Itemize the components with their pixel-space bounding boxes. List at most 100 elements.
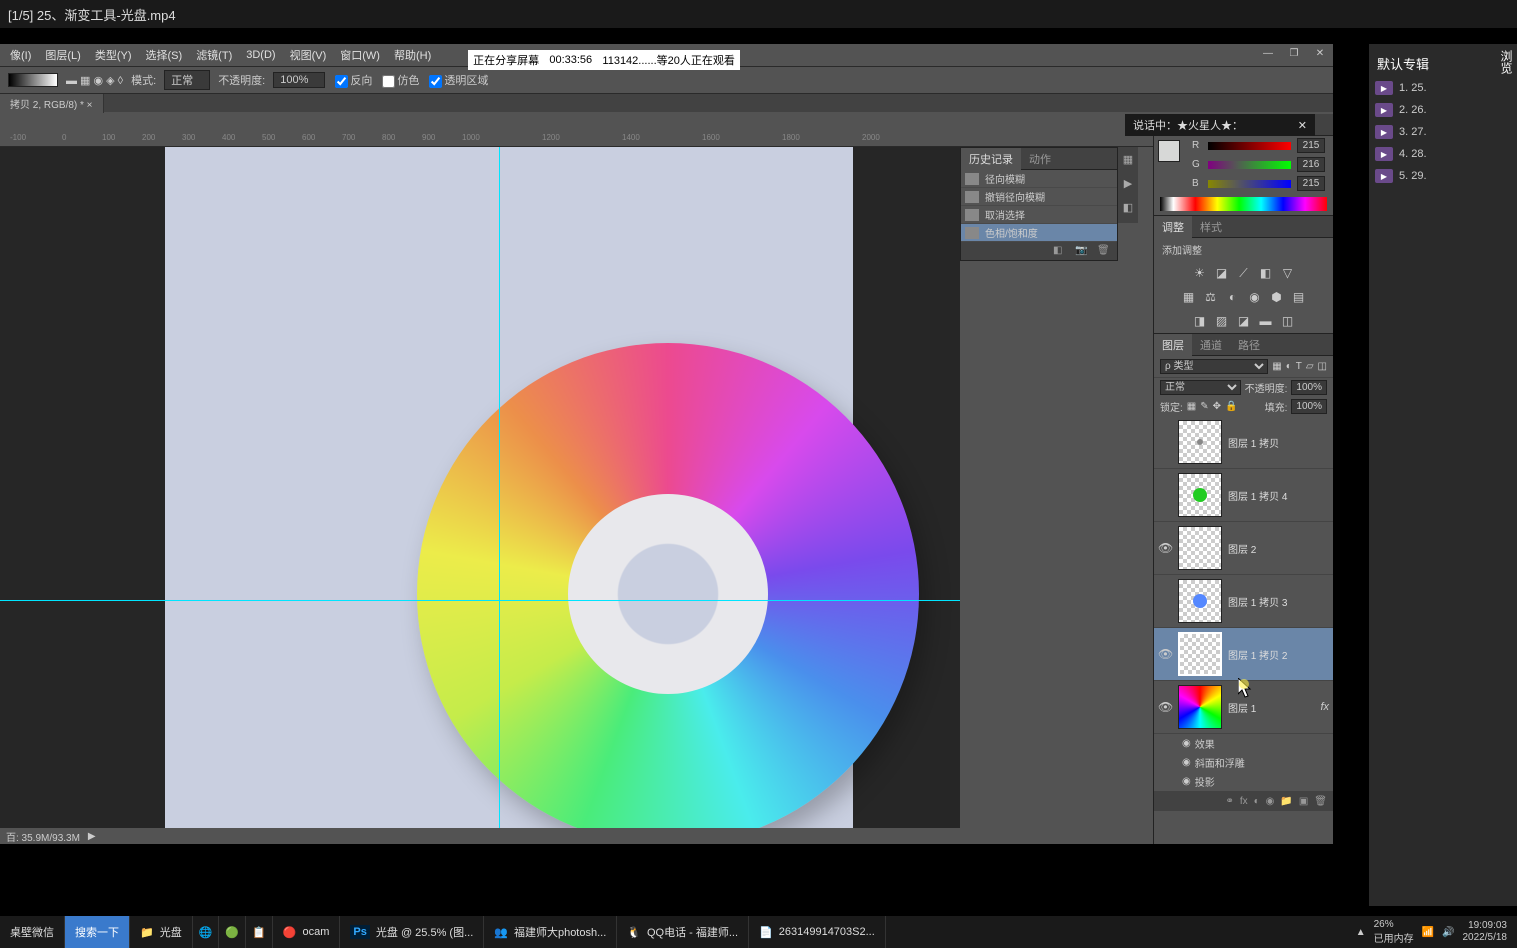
adj-selective-icon[interactable]: ◫ <box>1279 313 1297 329</box>
tab-layers[interactable]: 图层 <box>1154 334 1192 356</box>
taskbar-search[interactable]: 搜索一下 <box>65 916 130 948</box>
adj-levels-icon[interactable]: ◪ <box>1213 265 1231 281</box>
adj-balance-icon[interactable]: ⚖ <box>1202 289 1220 305</box>
lock-all-icon[interactable]: 🔒 <box>1225 401 1237 412</box>
history-item[interactable]: 色相/饱和度 <box>961 224 1117 242</box>
tab-paths[interactable]: 路径 <box>1230 334 1268 356</box>
b-value[interactable]: 215 <box>1297 176 1325 191</box>
history-snapshot-icon[interactable]: ◧ <box>1053 245 1067 257</box>
tab-actions[interactable]: 动作 <box>1021 148 1059 170</box>
speaking-close-icon[interactable]: ✕ <box>1298 119 1307 132</box>
transparency-checkbox[interactable]: 透明区域 <box>427 72 488 88</box>
menu-view[interactable]: 视图(V) <box>284 45 333 65</box>
taskbar-doc[interactable]: 📄263149914703S2... <box>749 916 886 948</box>
g-slider[interactable] <box>1208 161 1291 169</box>
panel-icon[interactable]: ▦ <box>1120 153 1136 169</box>
mode-select[interactable]: 正常 <box>164 70 210 90</box>
layer-thumbnail[interactable] <box>1178 632 1222 676</box>
gradient-type-icons[interactable]: ▬ ▦ ◉ ◈ ◊ <box>66 74 123 87</box>
taskbar-ocam[interactable]: 🔴ocam <box>273 916 341 948</box>
visibility-toggle[interactable]: 👁 <box>1158 700 1172 714</box>
filter-smart-icon[interactable]: ◫ <box>1318 361 1327 372</box>
layer-kind-filter[interactable]: ρ 类型 <box>1160 359 1268 374</box>
volume-icon[interactable]: 🔊 <box>1442 927 1454 938</box>
foreground-swatch[interactable] <box>1158 140 1180 162</box>
menu-filter[interactable]: 滤镜(T) <box>190 45 238 65</box>
r-value[interactable]: 215 <box>1297 138 1325 153</box>
layer-row[interactable]: 👁图层 1fx <box>1154 681 1333 734</box>
layer-row[interactable]: 图层 1 拷贝 <box>1154 416 1333 469</box>
menu-layer[interactable]: 图层(L) <box>39 45 86 65</box>
adj-vibrance-icon[interactable]: ▽ <box>1279 265 1297 281</box>
visibility-toggle[interactable]: 👁 <box>1158 647 1172 661</box>
filter-adjust-icon[interactable]: ◐ <box>1286 361 1292 372</box>
layer-thumbnail[interactable] <box>1178 420 1222 464</box>
layer-row[interactable]: 👁图层 2 <box>1154 522 1333 575</box>
tab-adjustments[interactable]: 调整 <box>1154 216 1192 238</box>
filter-type-icon[interactable]: T <box>1296 361 1302 372</box>
adj-lookup-icon[interactable]: ▤ <box>1290 289 1308 305</box>
maximize-button[interactable]: ❐ <box>1281 44 1307 62</box>
taskbar-folder[interactable]: 📁光盘 <box>130 916 193 948</box>
history-trash-icon[interactable]: 🗑 <box>1097 245 1111 257</box>
taskbar-app2[interactable]: 📋 <box>246 916 273 948</box>
taskbar-wechat[interactable]: 桌壁微信 <box>0 916 65 948</box>
close-button[interactable]: ✕ <box>1307 44 1333 62</box>
history-item[interactable]: 取消选择 <box>961 206 1117 224</box>
layer-thumbnail[interactable] <box>1178 526 1222 570</box>
taskbar-photoshop[interactable]: Ps光盘 @ 25.5% (图... <box>340 916 484 948</box>
adj-invert-icon[interactable]: ◨ <box>1191 313 1209 329</box>
trash-icon[interactable]: 🗑 <box>1314 796 1327 807</box>
menu-type[interactable]: 类型(Y) <box>89 45 138 65</box>
new-layer-icon[interactable]: ▣ <box>1299 796 1308 807</box>
taskbar-app1[interactable]: 🟢 <box>219 916 246 948</box>
adj-threshold-icon[interactable]: ◪ <box>1235 313 1253 329</box>
mask-icon[interactable]: ◐ <box>1254 796 1260 807</box>
lock-move-icon[interactable]: ✥ <box>1213 401 1221 412</box>
menu-image[interactable]: 像(I) <box>4 45 37 65</box>
tab-history[interactable]: 历史记录 <box>961 148 1021 170</box>
adj-exposure-icon[interactable]: ◧ <box>1257 265 1275 281</box>
browse-toggle[interactable]: 浏览 <box>1498 50 1515 74</box>
history-item[interactable]: 撤销径向模糊 <box>961 188 1117 206</box>
playlist-item[interactable]: ▶5. 29. <box>1373 165 1513 187</box>
fx-effects-label[interactable]: ◉ 效果 <box>1154 734 1333 753</box>
layer-thumbnail[interactable] <box>1178 579 1222 623</box>
layer-fill-value[interactable]: 100% <box>1291 399 1327 414</box>
adj-brightness-icon[interactable]: ☀ <box>1191 265 1209 281</box>
minimize-button[interactable]: — <box>1255 44 1281 62</box>
r-slider[interactable] <box>1208 142 1291 150</box>
fx-shadow[interactable]: ◉ 投影 <box>1154 772 1333 791</box>
clock[interactable]: 19:09:032022/5/18 <box>1463 920 1508 944</box>
dither-checkbox[interactable]: 仿色 <box>380 72 419 88</box>
g-value[interactable]: 216 <box>1297 157 1325 172</box>
lock-paint-icon[interactable]: ✎ <box>1200 401 1208 412</box>
menu-help[interactable]: 帮助(H) <box>388 45 437 65</box>
gradient-preview[interactable] <box>8 73 58 87</box>
adj-photo-icon[interactable]: ◉ <box>1246 289 1264 305</box>
visibility-toggle[interactable]: 👁 <box>1158 541 1172 555</box>
filter-image-icon[interactable]: ▦ <box>1272 361 1281 372</box>
tab-channels[interactable]: 通道 <box>1192 334 1230 356</box>
adj-curves-icon[interactable]: ⟋ <box>1235 265 1253 281</box>
guide-horizontal[interactable] <box>0 600 960 601</box>
b-slider[interactable] <box>1208 180 1291 188</box>
color-spectrum[interactable] <box>1160 197 1327 211</box>
lock-trans-icon[interactable]: ▦ <box>1187 401 1196 412</box>
link-layers-icon[interactable]: ⚭ <box>1225 796 1233 807</box>
fx-bevel[interactable]: ◉ 斜面和浮雕 <box>1154 753 1333 772</box>
adj-bw-icon[interactable]: ◐ <box>1224 289 1242 305</box>
menu-select[interactable]: 选择(S) <box>140 45 189 65</box>
tab-styles[interactable]: 样式 <box>1192 216 1230 238</box>
taskbar-qq2[interactable]: 🐧QQ电话 - 福建师... <box>617 916 749 948</box>
blend-mode-select[interactable]: 正常 <box>1160 380 1241 395</box>
reverse-checkbox[interactable]: 反向 <box>333 72 372 88</box>
fx-indicator[interactable]: fx <box>1320 701 1329 713</box>
adjustment-layer-icon[interactable]: ◉ <box>1266 796 1275 807</box>
layer-row[interactable]: 图层 1 拷贝 4 <box>1154 469 1333 522</box>
history-camera-icon[interactable]: 📷 <box>1075 245 1089 257</box>
adj-hue-icon[interactable]: ▦ <box>1180 289 1198 305</box>
status-arrow-icon[interactable]: ▶ <box>88 831 96 842</box>
panel-icon[interactable]: ◧ <box>1120 201 1136 217</box>
network-icon[interactable]: 📶 <box>1422 927 1434 938</box>
